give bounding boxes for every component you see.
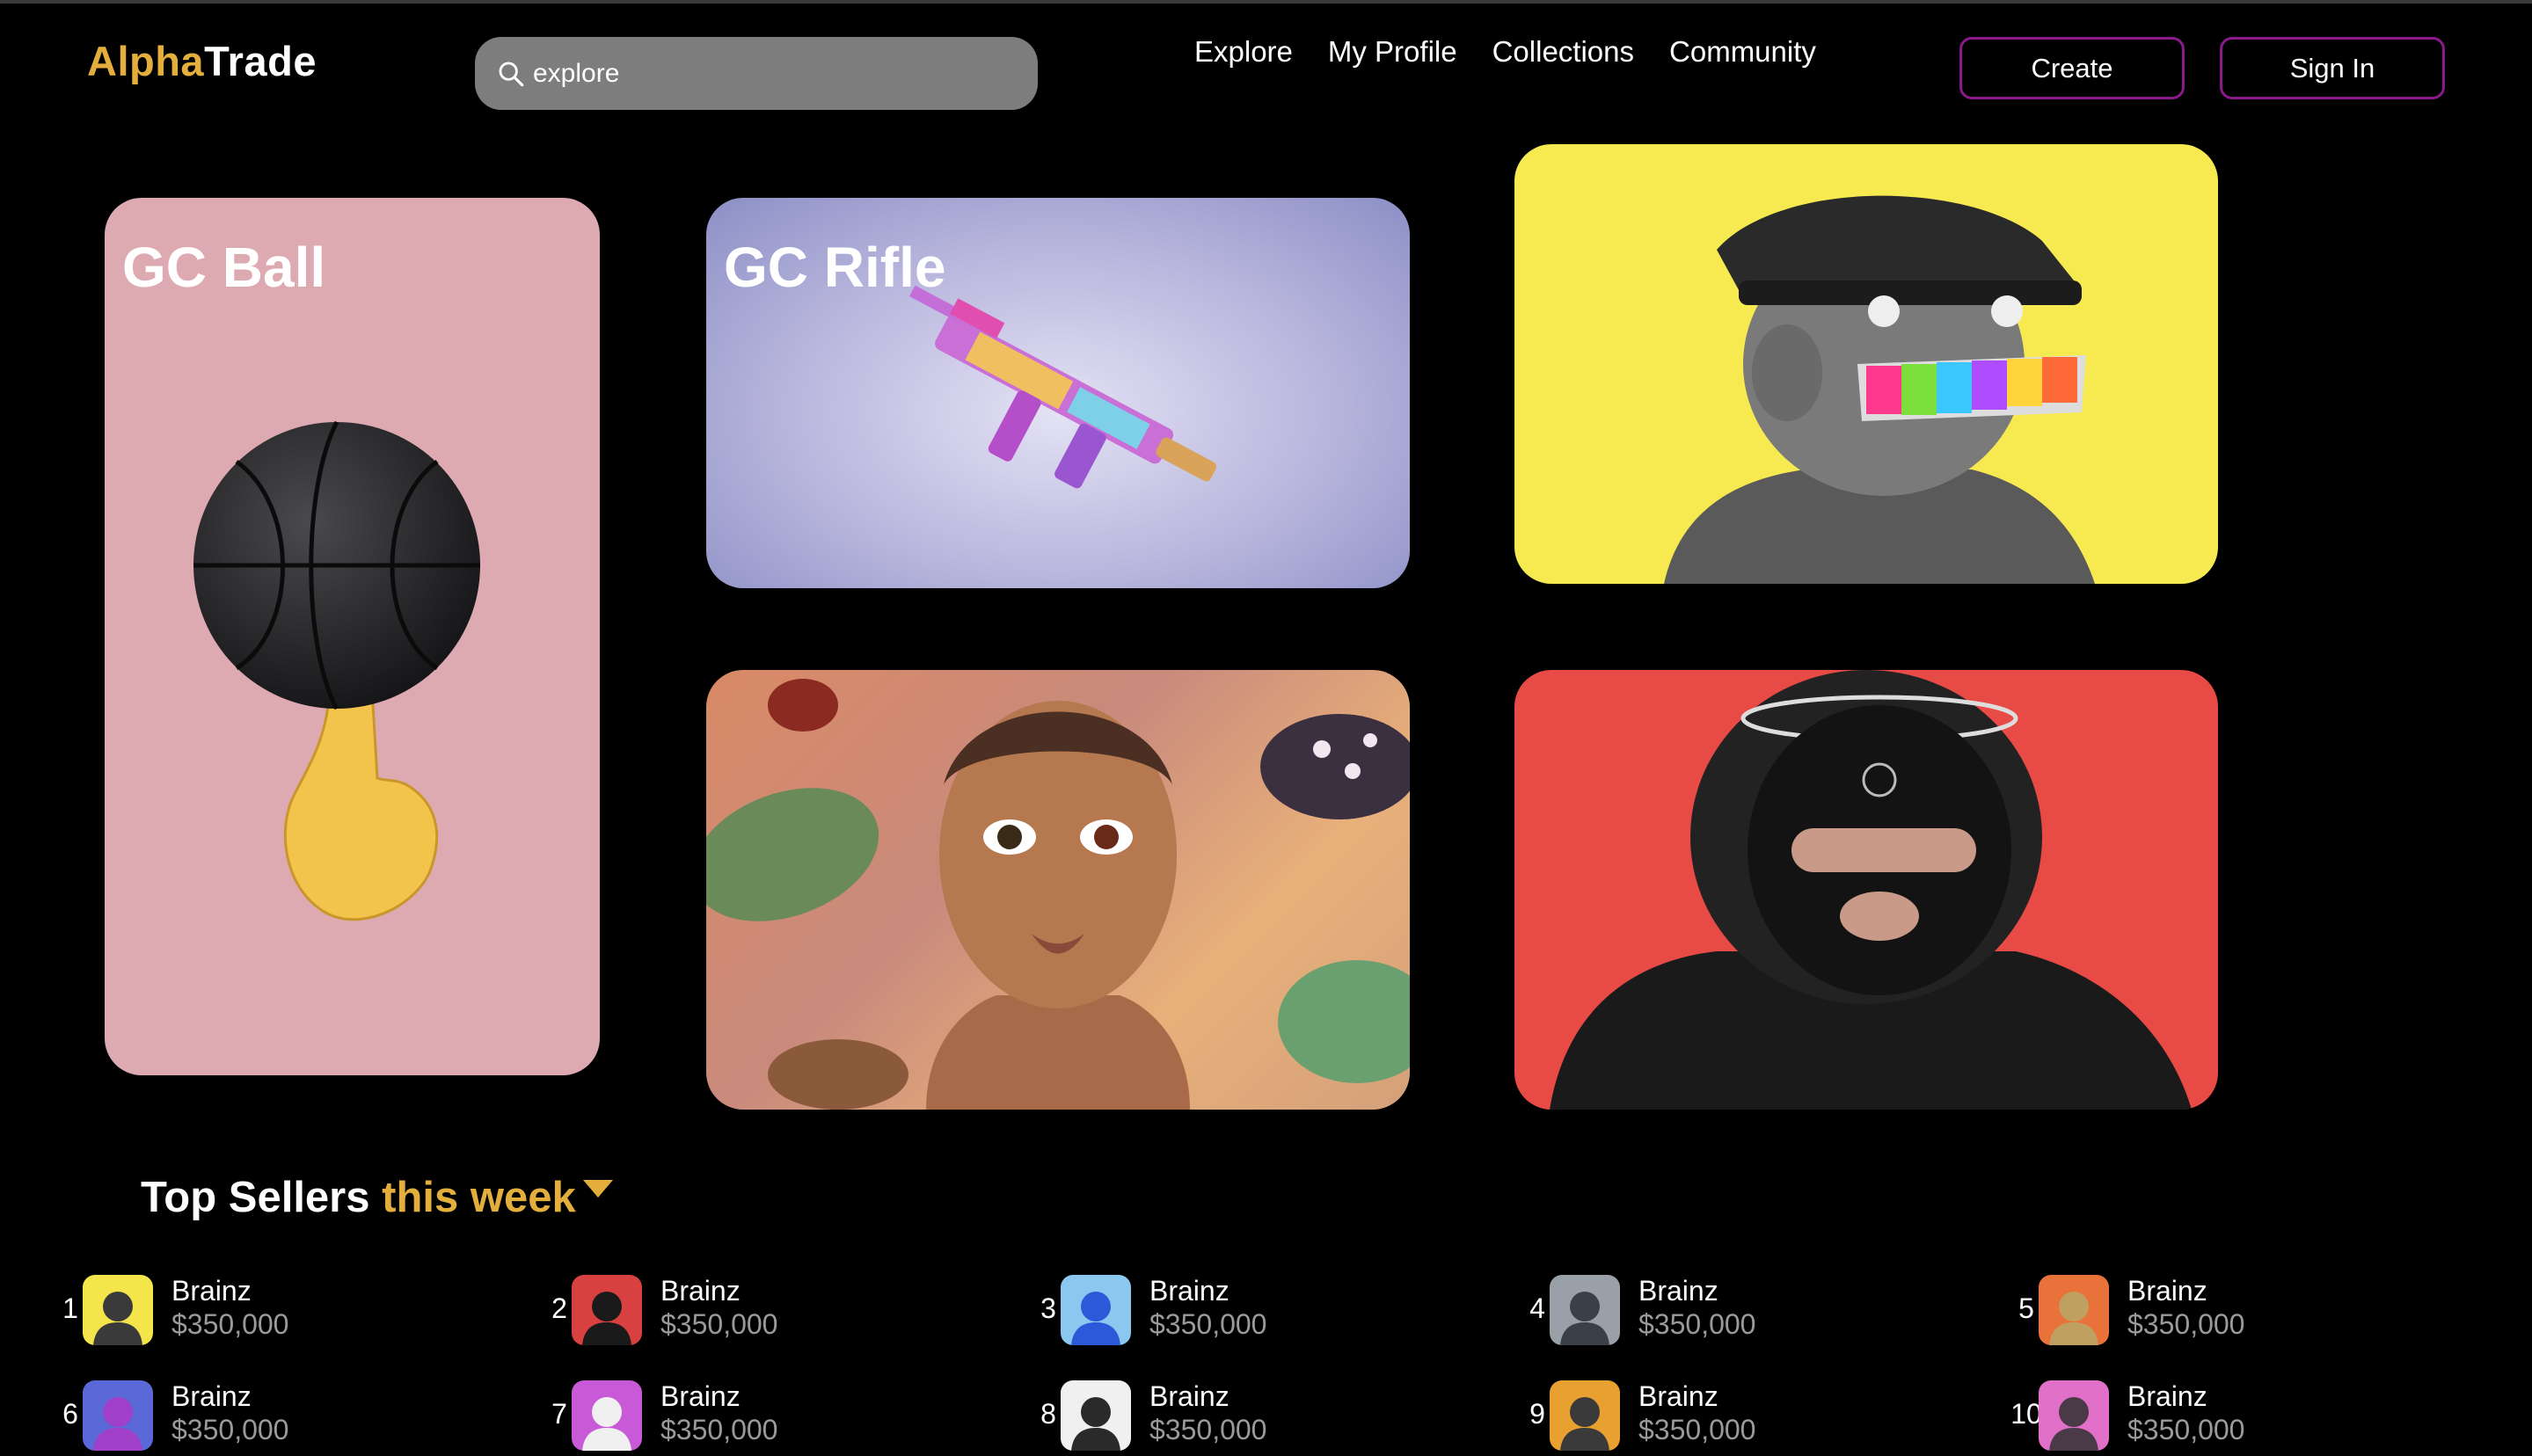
sign-in-button[interactable]: Sign In xyxy=(2220,37,2445,99)
seller-name[interactable]: Brainz xyxy=(660,1275,741,1307)
logo-alpha: Alpha xyxy=(87,38,205,84)
search-bar[interactable] xyxy=(475,37,1038,110)
seller-item[interactable]: 3 Brainz $350,000 xyxy=(1027,1271,1467,1350)
card-title: GC Rifle xyxy=(724,236,946,299)
seller-name[interactable]: Brainz xyxy=(2127,1275,2207,1307)
logo[interactable]: AlphaTrade xyxy=(87,37,317,85)
seller-name[interactable]: Brainz xyxy=(1638,1275,1718,1307)
basketball-on-finger-image xyxy=(193,420,480,921)
window-top-border xyxy=(0,0,2532,4)
seller-price: $350,000 xyxy=(171,1308,289,1340)
top-sellers-heading: Top Sellers this week xyxy=(141,1173,613,1222)
featured-card-gc-ball[interactable]: GC Ball xyxy=(105,198,600,1075)
seller-avatar[interactable] xyxy=(2039,1275,2109,1345)
seller-item[interactable]: 2 Brainz $350,000 xyxy=(538,1271,978,1350)
seller-avatar[interactable] xyxy=(1550,1275,1620,1345)
dropdown-caret-icon[interactable] xyxy=(582,1180,613,1198)
seller-avatar[interactable] xyxy=(1061,1380,1131,1451)
logo-trade: Trade xyxy=(204,38,317,84)
featured-card-portrait-nft[interactable] xyxy=(706,670,1410,1110)
featured-card-masked-nft[interactable] xyxy=(1514,670,2218,1110)
portrait-with-fish-image xyxy=(706,679,1410,1110)
seller-avatar[interactable] xyxy=(2039,1380,2109,1451)
seller-name[interactable]: Brainz xyxy=(1149,1380,1230,1413)
seller-price: $350,000 xyxy=(2127,1414,2245,1445)
search-icon xyxy=(499,62,524,86)
seller-price: $350,000 xyxy=(171,1414,289,1445)
search-input[interactable] xyxy=(533,58,1008,89)
seller-avatar[interactable] xyxy=(572,1380,642,1451)
seller-name[interactable]: Brainz xyxy=(2127,1380,2207,1413)
seller-avatar[interactable] xyxy=(1061,1275,1131,1345)
seller-price: $350,000 xyxy=(660,1414,778,1445)
seller-price: $350,000 xyxy=(2127,1308,2245,1340)
seller-item[interactable]: 4 Brainz $350,000 xyxy=(1516,1271,1956,1350)
seller-price: $350,000 xyxy=(1638,1414,1756,1445)
seller-price: $350,000 xyxy=(660,1308,778,1340)
nav-collections[interactable]: Collections xyxy=(1492,35,1634,69)
seller-item[interactable]: 1 Brainz $350,000 xyxy=(49,1271,489,1350)
seller-item[interactable]: 10 Brainz $350,000 xyxy=(2005,1377,2445,1456)
seller-name[interactable]: Brainz xyxy=(1638,1380,1718,1413)
create-button[interactable]: Create xyxy=(1959,37,2185,99)
seller-avatar[interactable] xyxy=(83,1380,153,1451)
seller-avatar[interactable] xyxy=(1550,1380,1620,1451)
seller-price: $350,000 xyxy=(1149,1414,1267,1445)
seller-item[interactable]: 9 Brainz $350,000 xyxy=(1516,1377,1956,1456)
seller-price: $350,000 xyxy=(1638,1308,1756,1340)
seller-name[interactable]: Brainz xyxy=(171,1275,252,1307)
seller-item[interactable]: 8 Brainz $350,000 xyxy=(1027,1377,1467,1456)
featured-card-ape-nft[interactable] xyxy=(1514,144,2218,584)
seller-price: $350,000 xyxy=(1149,1308,1267,1340)
card-title: GC Ball xyxy=(122,236,326,299)
seller-name[interactable]: Brainz xyxy=(1149,1275,1230,1307)
masked-figure-image xyxy=(1550,670,2192,1110)
seller-item[interactable]: 7 Brainz $350,000 xyxy=(538,1377,978,1456)
featured-card-gc-rifle[interactable]: GC Rifle xyxy=(706,198,1410,588)
seller-avatar[interactable] xyxy=(572,1275,642,1345)
seller-avatar[interactable] xyxy=(83,1275,153,1345)
top-sellers-label: Top Sellers xyxy=(141,1174,370,1221)
seller-item[interactable]: 5 Brainz $350,000 xyxy=(2005,1271,2445,1350)
seller-item[interactable]: 6 Brainz $350,000 xyxy=(49,1377,489,1456)
main-nav: Explore My Profile Collections Community xyxy=(1194,35,1816,69)
seller-name[interactable]: Brainz xyxy=(171,1380,252,1413)
time-range-label[interactable]: this week xyxy=(382,1174,576,1221)
nav-my-profile[interactable]: My Profile xyxy=(1328,35,1457,69)
nav-explore[interactable]: Explore xyxy=(1194,35,1293,69)
nav-community[interactable]: Community xyxy=(1669,35,1816,69)
seller-name[interactable]: Brainz xyxy=(660,1380,741,1413)
ape-nft-image xyxy=(1664,195,2095,584)
